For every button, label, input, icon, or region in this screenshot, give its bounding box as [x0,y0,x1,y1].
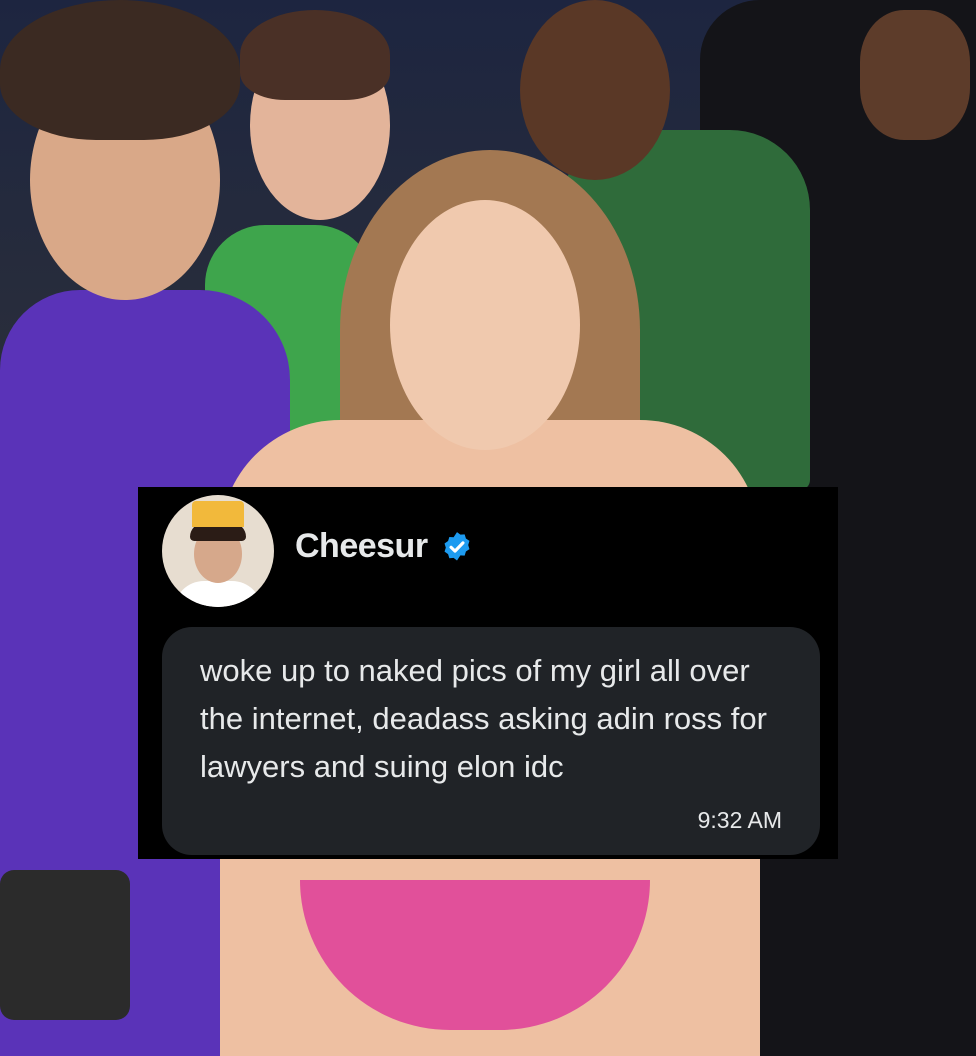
shoulder-bag [0,870,130,1020]
post-text: woke up to naked pics of my girl all ove… [200,653,767,784]
post-timestamp: 9:32 AM [697,807,782,833]
person-back-right-head [520,0,670,180]
avatar[interactable] [162,495,274,607]
person-right-hand [860,10,970,140]
person-center-face [390,200,580,450]
post-bubble: woke up to naked pics of my girl all ove… [162,627,820,855]
person-back-left-hair [240,10,390,100]
person-left-hair [0,0,240,140]
author-row: Cheesur [295,527,474,566]
display-name[interactable]: Cheesur [295,527,428,566]
post-card: Cheesur woke up to naked pics of my girl… [138,487,838,859]
avatar-shirt [174,581,262,607]
verified-check-icon [444,531,470,560]
avatar-crown [192,501,244,527]
